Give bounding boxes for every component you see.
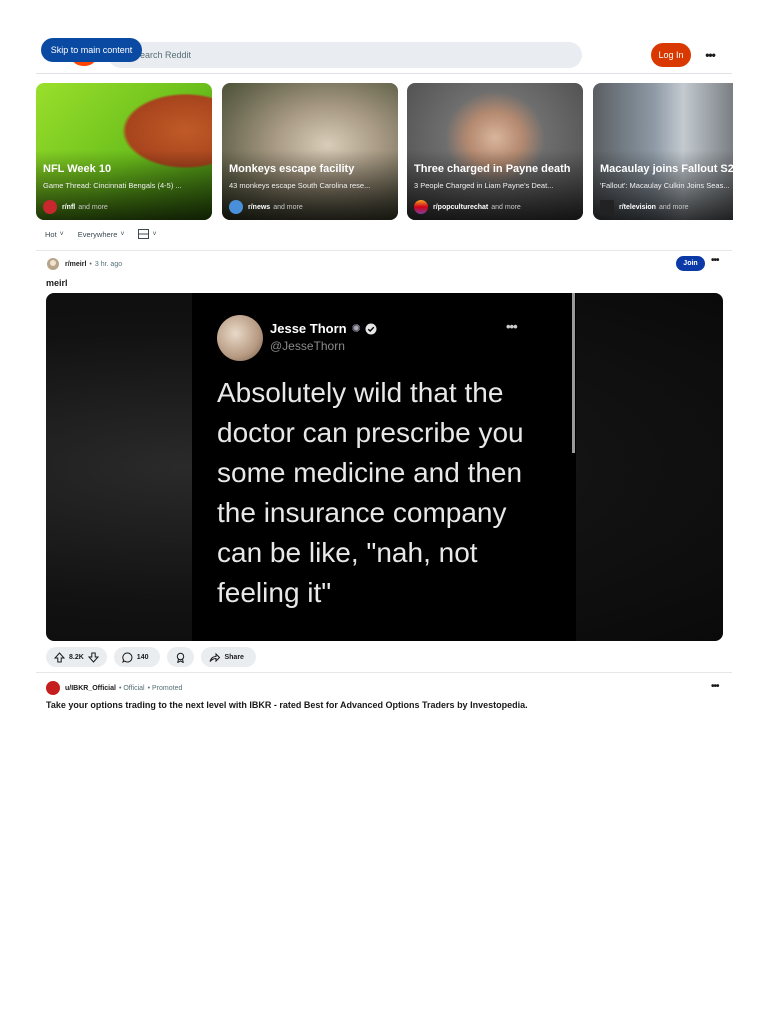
trending-card-nfl[interactable]: NFL Week 10 Game Thread: Cincinnati Beng… — [36, 83, 212, 220]
share-icon — [210, 652, 221, 662]
share-label: Share — [224, 653, 244, 661]
top-header: earch Reddit Skip to main content Log In… — [0, 0, 768, 74]
sort-dropdown[interactable]: Hot ˅ — [45, 230, 64, 239]
emoji-icon: ✺ — [351, 323, 361, 335]
trending-card-payne[interactable]: Three charged in Payne death 3 People Ch… — [407, 83, 583, 220]
subreddit-avatar-icon[interactable] — [46, 257, 60, 271]
post-header: r/meirl • 3 hr. ago — [46, 256, 726, 272]
card-subtitle: 'Fallout': Macaulay Culkin Joins Seas... — [600, 181, 730, 190]
chevron-down-icon: ˅ — [152, 230, 157, 238]
trending-card-monkeys[interactable]: Monkeys escape facility 43 monkeys escap… — [222, 83, 398, 220]
tv-icon — [600, 200, 614, 214]
tweet-avatar — [217, 315, 263, 361]
promoted-more-button[interactable]: ••• — [711, 681, 719, 692]
post-action-bar: 8.2K 140 Share — [46, 647, 263, 667]
tweet-author-name: Jesse Thorn ✺ — [270, 321, 377, 336]
sort-divider — [36, 250, 732, 251]
card-title: Macaulay joins Fallout S2 — [600, 163, 733, 175]
card-subtitle: 3 People Charged in Liam Payne's Deat... — [414, 181, 554, 190]
card-more-text: and more — [78, 203, 108, 211]
trending-carousel: NFL Week 10 Game Thread: Cincinnati Beng… — [36, 83, 733, 220]
card-title: Monkeys escape facility — [229, 163, 355, 175]
card-more-text: and more — [491, 203, 521, 211]
comments-button[interactable]: 140 — [113, 647, 161, 667]
downvote-icon[interactable] — [87, 652, 99, 663]
card-subtitle: 43 monkeys escape South Carolina rese... — [229, 181, 371, 190]
login-button[interactable]: Log In — [651, 43, 691, 67]
share-button[interactable]: Share — [201, 647, 256, 667]
comment-icon — [121, 651, 133, 663]
vote-count: 8.2K — [69, 653, 84, 661]
card-subreddit: r/nfl — [62, 203, 76, 211]
card-title: NFL Week 10 — [43, 163, 112, 175]
tweet-text: Absolutely wild that the doctor can pres… — [217, 377, 524, 608]
card-meta: r/television and more — [600, 200, 689, 214]
post-separator: • — [89, 260, 92, 268]
more-options-button[interactable]: ••• — [700, 45, 720, 65]
sort-label: Hot — [45, 229, 57, 239]
view-dropdown[interactable]: ˅ — [138, 229, 157, 239]
card-subreddit: r/news — [248, 203, 271, 211]
card-title: Three charged in Payne death — [414, 163, 571, 175]
vote-pill: 8.2K — [46, 647, 107, 667]
promoted-tag: • Promoted — [147, 684, 183, 692]
card-meta: r/nfl and more — [43, 200, 108, 214]
post-image[interactable]: Jesse Thorn ✺ @JesseThorn ••• Absolutely… — [46, 293, 723, 641]
header-divider — [36, 73, 732, 74]
tweet-more-icon: ••• — [506, 319, 518, 334]
post-title[interactable]: meirl — [46, 278, 68, 288]
official-tag: • Official — [118, 684, 145, 692]
feed-sort-bar: Hot ˅ Everywhere ˅ ˅ — [45, 229, 171, 239]
sunset-icon — [414, 200, 428, 214]
card-meta: r/news and more — [229, 200, 303, 214]
promoted-post-title[interactable]: Take your options trading to the next le… — [46, 700, 528, 710]
post-subreddit-link[interactable]: r/meirl — [65, 261, 86, 268]
card-subreddit: r/popculturechat — [433, 203, 489, 211]
ibkr-avatar-icon[interactable] — [46, 681, 60, 695]
card-more-text: and more — [658, 203, 689, 211]
globe-icon — [229, 200, 243, 214]
promoted-user-link[interactable]: u/IBKR_Official — [65, 685, 116, 692]
location-dropdown[interactable]: Everywhere ˅ — [78, 230, 125, 239]
skip-to-main-link[interactable]: Skip to main content — [41, 38, 142, 62]
tweet-handle: @JesseThorn — [270, 339, 345, 353]
award-icon — [177, 652, 185, 663]
promoted-post-header: u/IBKR_Official • Official • Promoted — [46, 681, 182, 695]
card-meta: r/popculturechat and more — [414, 200, 521, 214]
award-button[interactable] — [167, 647, 195, 667]
verified-badge-icon — [365, 323, 377, 334]
post-timestamp: 3 hr. ago — [94, 260, 123, 268]
search-input[interactable]: earch Reddit — [108, 42, 582, 68]
join-button[interactable]: Join — [676, 256, 705, 271]
tweet-scrollbar — [572, 293, 575, 453]
chevron-down-icon: ˅ — [120, 230, 125, 238]
upvote-icon[interactable] — [54, 651, 65, 663]
search-placeholder: earch Reddit — [140, 50, 192, 60]
card-subreddit: r/television — [619, 203, 656, 211]
trending-card-fallout[interactable]: Macaulay joins Fallout S2 'Fallout': Mac… — [593, 83, 733, 220]
card-subtitle: Game Thread: Cincinnati Bengals (4-5) ..… — [43, 181, 182, 190]
comment-count: 140 — [136, 653, 149, 661]
nfl-logo-icon — [43, 200, 57, 214]
location-label: Everywhere — [77, 229, 118, 239]
chevron-down-icon: ˅ — [59, 230, 64, 238]
tweet-screenshot: Jesse Thorn ✺ @JesseThorn ••• Absolutely… — [192, 293, 576, 641]
post-divider — [36, 672, 732, 673]
card-more-text: and more — [273, 203, 303, 211]
layout-icon — [138, 229, 150, 239]
post-more-button[interactable]: ••• — [711, 255, 719, 266]
